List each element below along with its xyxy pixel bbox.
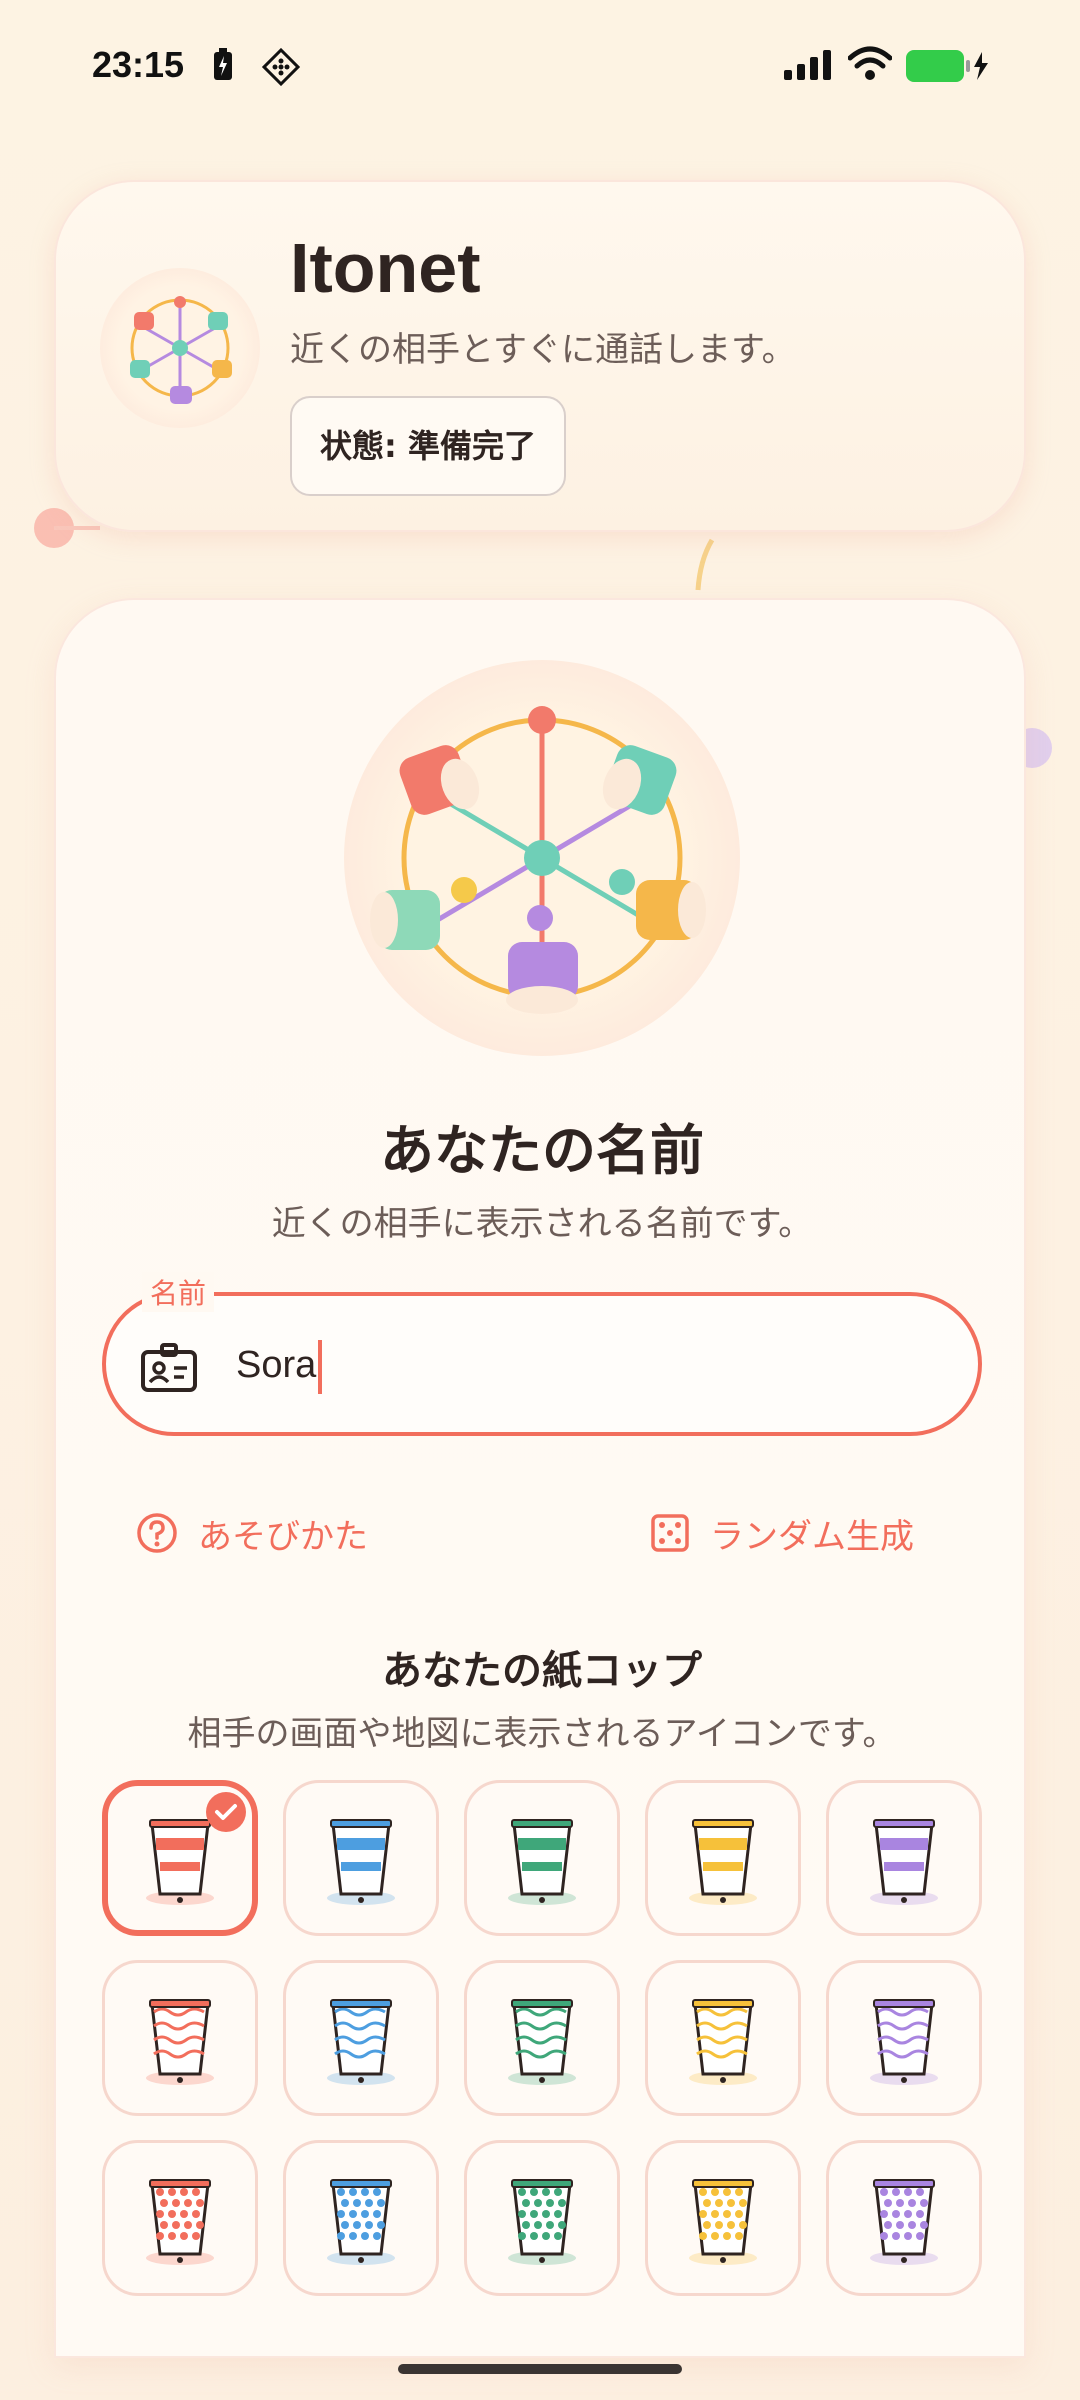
cup-picker-grid <box>102 1780 982 2296</box>
app-subtitle: 近くの相手とすぐに通話します。 <box>290 330 796 370</box>
name-field-label: 名前 <box>142 1272 215 1312</box>
cup-option-dots[interactable] <box>102 2140 258 2296</box>
cup-network-illustration-icon <box>370 706 706 1014</box>
cup-option-wave[interactable] <box>102 1960 258 2116</box>
selected-check-icon <box>206 1792 246 1832</box>
cup-option-dots[interactable] <box>645 2140 801 2296</box>
cup-option-stripe[interactable] <box>464 1780 620 1936</box>
paper-cup-icon <box>327 1819 395 1905</box>
paper-cup-icon <box>870 1819 938 1905</box>
paper-cup-icon <box>689 2179 757 2265</box>
app-title: Itonet <box>290 229 481 307</box>
paper-cup-icon <box>327 1999 395 2085</box>
cup-network-logo-icon <box>130 296 232 404</box>
paper-cup-icon <box>146 1999 214 2085</box>
random-generate-label: ランダム生成 <box>710 1516 914 1557</box>
name-section-subtitle: 近くの相手に表示される名前です。 <box>271 1204 813 1244</box>
help-circle-icon <box>137 1513 177 1553</box>
paper-cup-icon <box>870 2179 938 2265</box>
status-bar: 23:15 <box>0 0 1080 120</box>
cup-option-stripe[interactable] <box>102 1780 258 1936</box>
battery-charging-icon <box>214 48 232 80</box>
name-input-field[interactable]: 名前 Sora <box>102 1272 982 1436</box>
name-value-text: Sora <box>236 1344 317 1387</box>
app-header-card: Itonet 近くの相手とすぐに通話します。 状態: 準備完了 <box>54 180 1026 532</box>
cup-option-wave[interactable] <box>464 1960 620 2116</box>
cup-option-wave[interactable] <box>645 1960 801 2116</box>
cup-option-stripe[interactable] <box>826 1780 982 1936</box>
cup-option-dots[interactable] <box>464 2140 620 2296</box>
cup-option-dots[interactable] <box>826 2140 982 2296</box>
cup-option-stripe[interactable] <box>645 1780 801 1936</box>
status-badge: 状態: 準備完了 <box>290 396 566 496</box>
paper-cup-icon <box>508 1819 576 1905</box>
hero-illustration <box>344 660 740 1056</box>
paper-cup-icon <box>689 1999 757 2085</box>
battery-icon <box>906 50 988 82</box>
cup-option-wave[interactable] <box>283 1960 439 2116</box>
status-time: 23:15 <box>92 44 185 85</box>
cell-signal-icon <box>784 50 831 80</box>
cup-section-subtitle: 相手の画面や地図に表示されるアイコンです。 <box>187 1714 897 1754</box>
cup-option-dots[interactable] <box>283 2140 439 2296</box>
paper-cup-icon <box>327 2179 395 2265</box>
paper-cup-icon <box>146 2179 214 2265</box>
name-input-value[interactable]: Sora <box>236 1340 323 1394</box>
random-generate-button[interactable]: ランダム生成 <box>650 1498 914 1568</box>
cup-section-title: あなたの紙コップ <box>382 1648 702 1694</box>
how-to-play-button[interactable]: あそびかた <box>136 1498 368 1568</box>
wifi-icon <box>848 46 892 80</box>
dice-icon <box>651 1514 689 1552</box>
paper-cup-icon <box>508 2179 576 2265</box>
app-logo <box>100 268 260 428</box>
name-section-title: あなたの名前 <box>380 1119 704 1182</box>
cup-option-stripe[interactable] <box>283 1780 439 1936</box>
app-notification-icon <box>262 48 300 86</box>
profile-setup-card: あなたの名前 近くの相手に表示される名前です。 名前 Sora あそびかた ラン… <box>54 598 1026 2358</box>
paper-cup-icon <box>689 1819 757 1905</box>
cup-option-wave[interactable] <box>826 1960 982 2116</box>
paper-cup-icon <box>508 1999 576 2085</box>
home-indicator[interactable] <box>398 2364 682 2374</box>
how-to-play-label: あそびかた <box>198 1516 368 1557</box>
text-caret <box>318 1340 323 1394</box>
id-card-icon <box>141 1343 197 1392</box>
paper-cup-icon <box>870 1999 938 2085</box>
red-cup-figure <box>399 745 480 815</box>
